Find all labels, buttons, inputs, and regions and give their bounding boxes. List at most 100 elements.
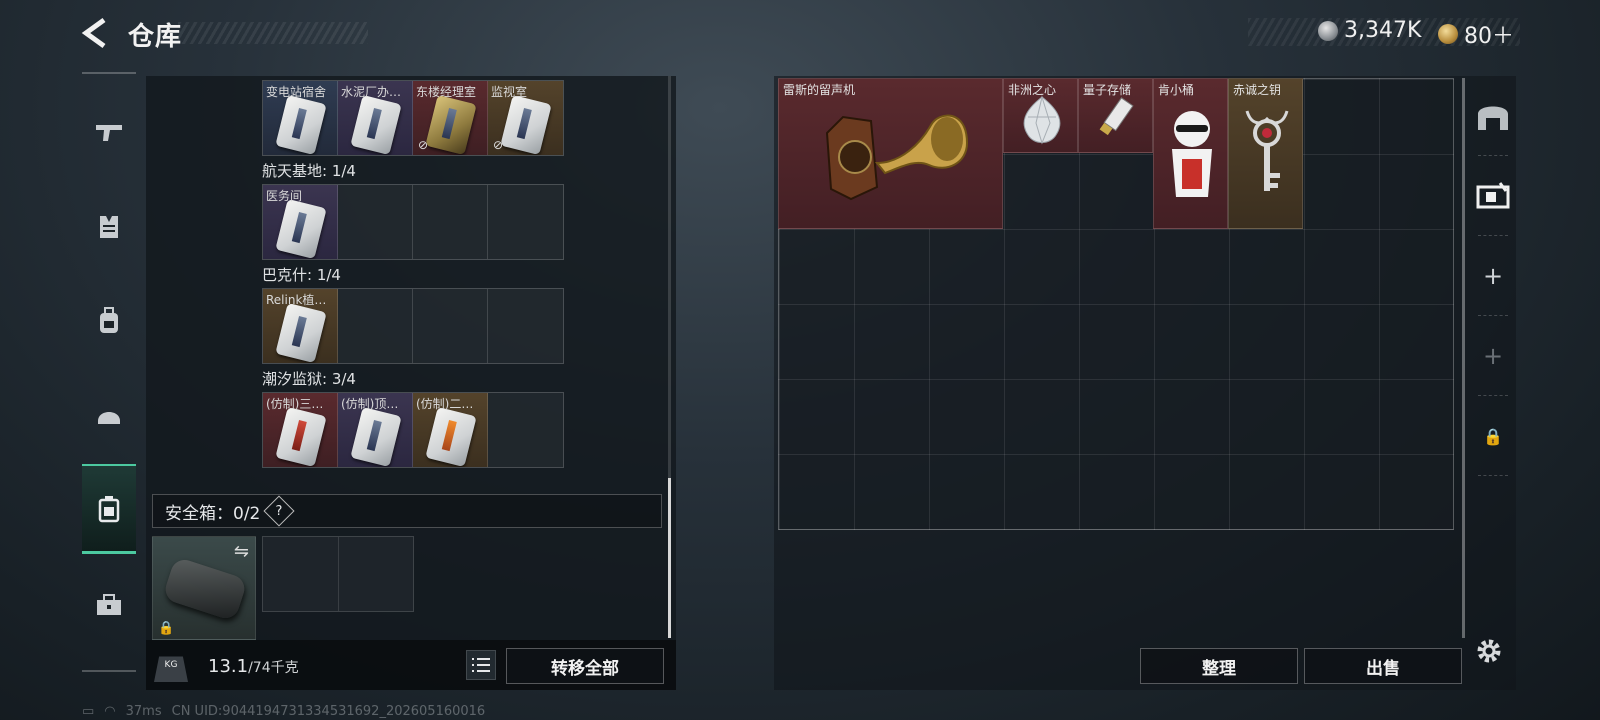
safe-box-header: 安全箱：0/2 ?: [152, 494, 662, 528]
add-tab-button[interactable]: +: [1470, 326, 1516, 396]
keycard-row: Relink植…: [262, 288, 564, 364]
no-trade-icon: ⊘: [418, 138, 429, 152]
item-name: 赤诚之钥: [1233, 83, 1282, 97]
empty-slot[interactable]: [488, 185, 563, 259]
safe-case-icon: [162, 556, 248, 622]
keycard-name: 医务间: [266, 189, 303, 203]
gold-coin-icon: [1438, 24, 1458, 44]
gold-currency[interactable]: 80＋: [1438, 18, 1514, 50]
back-arrow-icon: [81, 17, 106, 49]
bucket-figure-icon: [1172, 111, 1212, 197]
keycard-name: 水泥厂办…: [341, 85, 402, 99]
toolbox-icon: [97, 594, 121, 615]
keycard-name: (仿制)顶…: [341, 397, 399, 411]
keycard-icon: [350, 406, 402, 467]
rail-containers[interactable]: [82, 560, 136, 650]
settings-button[interactable]: [1474, 636, 1504, 670]
stash-item[interactable]: 雷斯的留声机: [778, 78, 1003, 229]
rail-helmets[interactable]: [82, 370, 136, 460]
stash-scrollbar[interactable]: [1462, 78, 1465, 638]
gear-icon: [1477, 639, 1501, 663]
status-bar: ▭ ◠ 37ms CN UID:9044194731334531692_2026…: [82, 704, 485, 719]
empty-slot[interactable]: [413, 289, 488, 363]
rail-keycards[interactable]: [82, 464, 136, 554]
sell-button[interactable]: 出售: [1304, 648, 1462, 684]
keycard-slot[interactable]: 东楼经理室 ⊘: [413, 81, 488, 155]
add-tab-button[interactable]: +: [1470, 246, 1516, 316]
silver-value: 3,347K: [1344, 18, 1422, 43]
keycard-icon: [500, 94, 552, 155]
empty-slot[interactable]: [413, 185, 488, 259]
silver-coin-icon: [1318, 20, 1338, 41]
ping-text: 37ms: [125, 704, 162, 719]
help-glyph: ?: [275, 503, 283, 519]
diamond-icon: [1023, 95, 1061, 145]
keycard-name: 东楼经理室: [416, 85, 477, 99]
safe-slot[interactable]: [263, 537, 339, 611]
keycard-slot[interactable]: 变电站宿舍: [263, 81, 338, 155]
stash-item[interactable]: 非洲之心: [1003, 78, 1078, 153]
lock-icon: 🔒: [158, 621, 175, 636]
safe-slot[interactable]: [338, 537, 413, 611]
plus-icon: +: [1482, 262, 1504, 290]
keycard-slot[interactable]: (仿制)二…: [413, 393, 488, 467]
gun-icon: [96, 125, 122, 141]
silver-currency: 3,347K: [1318, 18, 1421, 43]
help-button[interactable]: ?: [263, 495, 295, 527]
keycard-slot[interactable]: 医务间: [263, 185, 338, 259]
keycard-icon: [350, 94, 402, 155]
stash-item[interactable]: 量子存储: [1078, 78, 1153, 153]
list-view-button[interactable]: [466, 650, 496, 680]
vest-icon: [100, 216, 118, 238]
safe-box-item[interactable]: ⇋ 🔒: [152, 536, 256, 640]
empty-slot[interactable]: [488, 393, 563, 467]
back-button[interactable]: [80, 16, 110, 50]
gramophone-icon: [825, 114, 969, 201]
keycard-slot[interactable]: Relink植…: [263, 289, 338, 363]
category-rail: [82, 72, 136, 672]
organize-button[interactable]: 整理: [1140, 648, 1298, 684]
weight-readout: 13.1/74千克: [208, 656, 299, 677]
swap-icon[interactable]: ⇋: [234, 541, 249, 562]
stash-item[interactable]: 赤诚之钥: [1228, 78, 1303, 229]
left-scrollbar-thumb[interactable]: [668, 478, 671, 638]
safe-box-label: 安全箱：0/2: [165, 503, 261, 524]
keycard-slot[interactable]: 水泥厂办…: [338, 81, 413, 155]
keycard-name: 监视室: [491, 85, 528, 99]
keycard-row: 变电站宿舍 水泥厂办… 东楼经理室 ⊘ 监视室 ⊘: [262, 80, 564, 156]
item-name: 雷斯的留声机: [783, 83, 856, 97]
keycard-icon: [275, 198, 327, 259]
ornate-key-icon: [1245, 110, 1289, 191]
safe-tab[interactable]: [1470, 166, 1516, 236]
empty-slot[interactable]: [338, 185, 413, 259]
empty-slot[interactable]: [338, 289, 413, 363]
locked-tab[interactable]: 🔒: [1470, 406, 1516, 476]
keycard-icon: [275, 302, 327, 363]
keycard-row: (仿制)三… (仿制)顶… (仿制)二…: [262, 392, 564, 468]
rail-backpacks[interactable]: [82, 276, 136, 366]
transfer-all-button[interactable]: 转移全部: [506, 648, 664, 684]
item-name: 肯小桶: [1158, 83, 1195, 97]
keycard-name: (仿制)二…: [416, 397, 474, 411]
plus-icon: +: [1482, 342, 1504, 370]
keycard-name: 变电站宿舍: [266, 85, 327, 99]
stash-tab-icon: [1478, 106, 1508, 130]
uid-text: CN UID:9044194731334531692_202605160016: [171, 704, 486, 719]
battery-icon: ▭: [82, 704, 95, 719]
weight-max: /74千克: [248, 660, 299, 676]
stash-tab[interactable]: [1470, 86, 1516, 156]
keycard-slot[interactable]: 监视室 ⊘: [488, 81, 563, 155]
stash-item[interactable]: 肯小桶: [1153, 78, 1228, 229]
keycard-slot[interactable]: (仿制)顶…: [338, 393, 413, 467]
map-group-label: 巴克什: 1/4: [262, 266, 341, 284]
wifi-icon: ◠: [104, 704, 116, 719]
map-group-label: 航天基地: 1/4: [262, 162, 356, 180]
keycard-slot[interactable]: (仿制)三…: [263, 393, 338, 467]
usb-drive-icon: [1099, 97, 1134, 136]
rail-weapons[interactable]: [82, 88, 136, 178]
weight-current: 13.1: [208, 656, 249, 677]
keycard-icon: [275, 94, 327, 155]
keycard-row: 医务间: [262, 184, 564, 260]
empty-slot[interactable]: [488, 289, 563, 363]
rail-armor[interactable]: [82, 182, 136, 272]
